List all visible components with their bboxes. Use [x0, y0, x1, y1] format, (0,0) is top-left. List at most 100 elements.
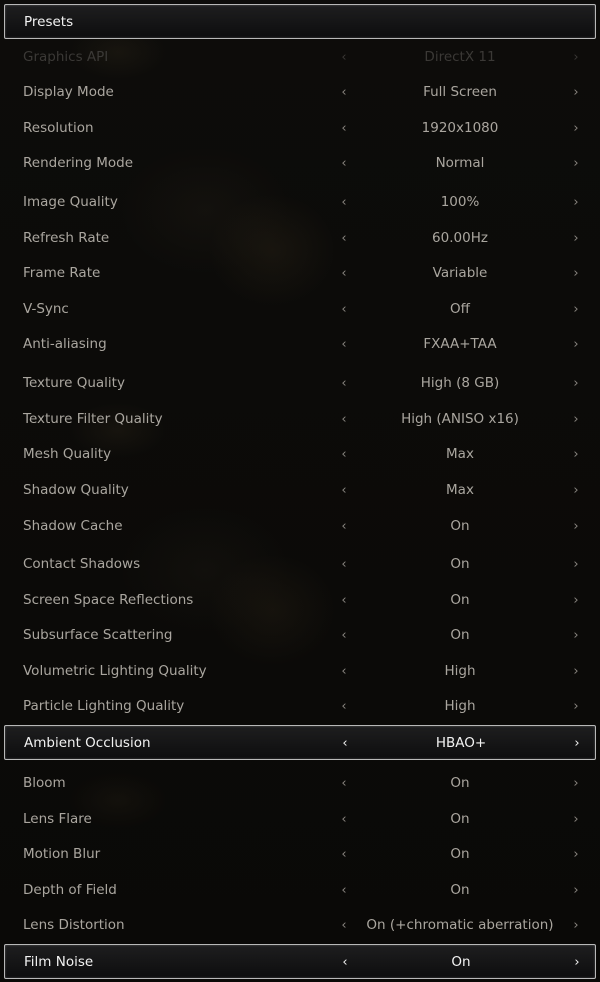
setting-row-texture-filter-quality[interactable]: Texture Filter Quality ‹ High (ANISO x16) › — [4, 402, 596, 437]
chevron-left-icon[interactable]: ‹ — [338, 256, 350, 291]
chevron-right-icon[interactable]: › — [570, 837, 582, 872]
setting-label: Texture Quality — [23, 375, 125, 391]
chevron-left-icon[interactable]: ‹ — [338, 547, 350, 582]
setting-value: High (ANISO x16) — [401, 411, 519, 427]
setting-row-lens-flare[interactable]: Lens Flare ‹ On › — [4, 802, 596, 837]
setting-row-particle-lighting-quality[interactable]: Particle Lighting Quality ‹ High › — [4, 689, 596, 724]
setting-value: On — [450, 627, 470, 643]
setting-row-volumetric-lighting-quality[interactable]: Volumetric Lighting Quality ‹ High › — [4, 654, 596, 689]
chevron-left-icon[interactable]: ‹ — [338, 908, 350, 943]
setting-row-film-noise[interactable]: Film Noise ‹ On › — [4, 944, 596, 979]
setting-label: Anti-aliasing — [23, 336, 107, 352]
setting-row-image-quality[interactable]: Image Quality ‹ 100% › — [4, 185, 596, 220]
setting-row-depth-of-field[interactable]: Depth of Field ‹ On › — [4, 873, 596, 908]
chevron-left-icon[interactable]: ‹ — [339, 945, 351, 980]
chevron-left-icon[interactable]: ‹ — [338, 837, 350, 872]
chevron-left-icon[interactable]: ‹ — [338, 185, 350, 220]
setting-label: Resolution — [23, 120, 94, 136]
chevron-right-icon[interactable]: › — [570, 185, 582, 220]
chevron-left-icon[interactable]: ‹ — [338, 802, 350, 837]
chevron-right-icon[interactable]: › — [570, 111, 582, 146]
graphics-settings-list: Presets Graphics API ‹ DirectX 11 › Display … — [0, 0, 600, 982]
setting-label: Contact Shadows — [23, 556, 141, 572]
setting-row-lens-distortion[interactable]: Lens Distortion ‹ On (+chromatic aberratio… — [4, 908, 596, 943]
chevron-right-icon[interactable]: › — [570, 689, 582, 724]
chevron-left-icon[interactable]: ‹ — [338, 583, 350, 618]
chevron-right-icon[interactable]: › — [570, 402, 582, 437]
setting-label: Bloom — [23, 775, 66, 791]
chevron-left-icon[interactable]: ‹ — [338, 509, 350, 544]
chevron-right-icon[interactable]: › — [570, 547, 582, 582]
chevron-left-icon[interactable]: ‹ — [338, 654, 350, 689]
chevron-left-icon[interactable]: ‹ — [338, 437, 350, 472]
chevron-right-icon[interactable]: › — [570, 292, 582, 327]
chevron-right-icon[interactable]: › — [570, 75, 582, 110]
setting-row-shadow-cache[interactable]: Shadow Cache ‹ On › — [4, 509, 596, 544]
chevron-right-icon[interactable]: › — [570, 766, 582, 801]
setting-row-mesh-quality[interactable]: Mesh Quality ‹ Max › — [4, 437, 596, 472]
chevron-left-icon[interactable]: ‹ — [338, 618, 350, 653]
setting-row-contact-shadows[interactable]: Contact Shadows ‹ On › — [4, 547, 596, 582]
setting-row-shadow-quality[interactable]: Shadow Quality ‹ Max › — [4, 473, 596, 508]
chevron-right-icon[interactable]: › — [570, 802, 582, 837]
chevron-right-icon[interactable]: › — [570, 509, 582, 544]
chevron-right-icon[interactable]: › — [570, 146, 582, 181]
setting-row-resolution[interactable]: Resolution ‹ 1920x1080 › — [4, 111, 596, 146]
setting-label: Volumetric Lighting Quality — [23, 663, 207, 679]
chevron-right-icon[interactable]: › — [570, 366, 582, 401]
chevron-left-icon[interactable]: ‹ — [338, 221, 350, 256]
chevron-left-icon[interactable]: ‹ — [338, 873, 350, 908]
chevron-left-icon[interactable]: ‹ — [338, 473, 350, 508]
setting-value: 1920x1080 — [421, 120, 499, 136]
setting-value: On — [450, 846, 470, 862]
chevron-left-icon[interactable]: ‹ — [338, 146, 350, 181]
setting-label: Refresh Rate — [23, 230, 110, 246]
setting-row-subsurface-scattering[interactable]: Subsurface Scattering ‹ On › — [4, 618, 596, 653]
chevron-left-icon[interactable]: ‹ — [338, 327, 350, 362]
setting-row-bloom[interactable]: Bloom ‹ On › — [4, 766, 596, 801]
presets-header[interactable]: Presets — [4, 4, 596, 39]
setting-label: Mesh Quality — [23, 446, 112, 462]
setting-row-ambient-occlusion[interactable]: Ambient Occlusion ‹ HBAO+ › — [4, 725, 596, 760]
chevron-right-icon[interactable]: › — [570, 654, 582, 689]
setting-row-refresh-rate[interactable]: Refresh Rate ‹ 60.00Hz › — [4, 221, 596, 256]
chevron-right-icon[interactable]: › — [570, 256, 582, 291]
setting-row-display-mode[interactable]: Display Mode ‹ Full Screen › — [4, 75, 596, 110]
chevron-right-icon[interactable]: › — [570, 908, 582, 943]
setting-value: FXAA+TAA — [423, 336, 497, 352]
chevron-left-icon[interactable]: ‹ — [338, 402, 350, 437]
chevron-right-icon[interactable]: › — [570, 473, 582, 508]
setting-row-screen-space-reflections[interactable]: Screen Space Reflections ‹ On › — [4, 583, 596, 618]
chevron-left-icon[interactable]: ‹ — [338, 366, 350, 401]
chevron-right-icon[interactable]: › — [570, 221, 582, 256]
setting-label: Screen Space Reflections — [23, 592, 194, 608]
setting-row-motion-blur[interactable]: Motion Blur ‹ On › — [4, 837, 596, 872]
setting-label: Lens Distortion — [23, 917, 125, 933]
setting-label: Ambient Occlusion — [24, 735, 151, 751]
setting-label: Lens Flare — [23, 811, 92, 827]
chevron-right-icon[interactable]: › — [570, 327, 582, 362]
setting-row-texture-quality[interactable]: Texture Quality ‹ High (8 GB) › — [4, 366, 596, 401]
chevron-left-icon[interactable]: ‹ — [338, 766, 350, 801]
chevron-right-icon[interactable]: › — [570, 873, 582, 908]
chevron-left-icon[interactable]: ‹ — [338, 689, 350, 724]
setting-row-frame-rate[interactable]: Frame Rate ‹ Variable › — [4, 256, 596, 291]
chevron-right-icon[interactable]: › — [570, 437, 582, 472]
chevron-right-icon[interactable]: › — [571, 726, 583, 761]
setting-label: Motion Blur — [23, 846, 101, 862]
chevron-left-icon[interactable]: ‹ — [338, 75, 350, 110]
chevron-left-icon[interactable]: ‹ — [338, 292, 350, 327]
setting-row-anti-aliasing[interactable]: Anti-aliasing ‹ FXAA+TAA › — [4, 327, 596, 362]
chevron-right-icon[interactable]: › — [571, 945, 583, 980]
setting-value: 100% — [440, 194, 480, 210]
chevron-left-icon[interactable]: ‹ — [338, 111, 350, 146]
setting-row-rendering-mode[interactable]: Rendering Mode ‹ Normal › — [4, 146, 596, 181]
chevron-left-icon[interactable]: ‹ — [339, 726, 351, 761]
setting-row-v-sync[interactable]: V-Sync ‹ Off › — [4, 292, 596, 327]
setting-value: Max — [446, 482, 474, 498]
setting-value: High (8 GB) — [420, 375, 500, 391]
setting-value: DirectX 11 — [424, 49, 496, 65]
chevron-right-icon[interactable]: › — [570, 583, 582, 618]
setting-row-graphics-api[interactable]: Graphics API ‹ DirectX 11 › — [4, 40, 596, 75]
chevron-right-icon[interactable]: › — [570, 618, 582, 653]
